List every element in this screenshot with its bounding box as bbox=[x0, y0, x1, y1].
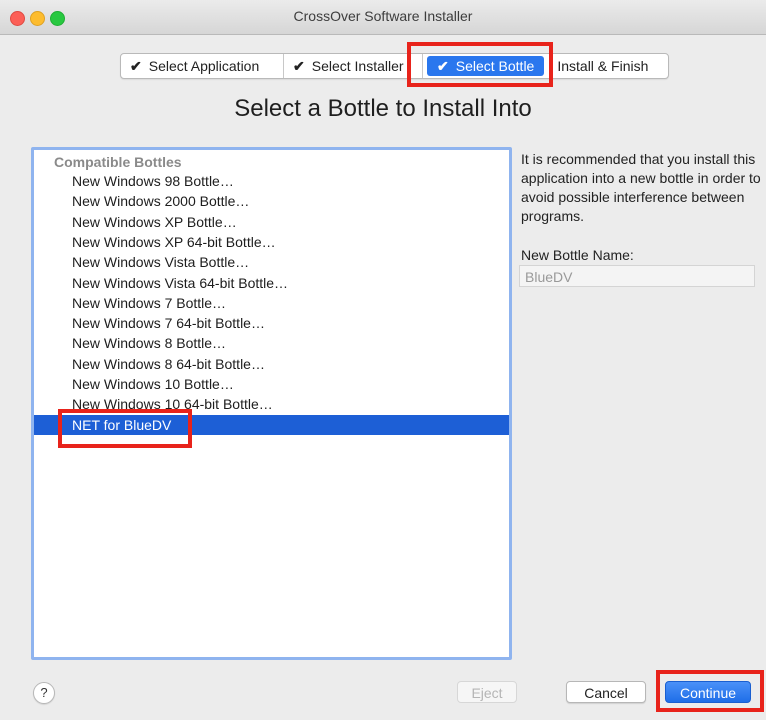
bottle-item[interactable]: New Windows 10 Bottle… bbox=[34, 374, 509, 394]
recommendation-text: It is recommended that you install this … bbox=[521, 151, 761, 224]
new-bottle-name-field[interactable]: BlueDV bbox=[519, 265, 755, 287]
list-group-header: Compatible Bottles bbox=[54, 154, 182, 170]
cancel-button[interactable]: Cancel bbox=[566, 681, 646, 703]
window-title: CrossOver Software Installer bbox=[293, 8, 473, 24]
step-label: Select Installer bbox=[311, 58, 404, 74]
bottle-item[interactable]: New Windows 7 64-bit Bottle… bbox=[34, 313, 509, 333]
installer-window: CrossOver Software Installer ✔ Select Ap… bbox=[0, 0, 766, 720]
bottle-item[interactable]: New Windows XP 64-bit Bottle… bbox=[34, 232, 509, 252]
bottle-item[interactable]: New Windows XP Bottle… bbox=[34, 212, 509, 232]
page-title: Select a Bottle to Install Into bbox=[234, 95, 532, 122]
eject-button[interactable]: Eject bbox=[457, 681, 517, 703]
step-label: Select Application bbox=[148, 58, 260, 74]
highlight-box-select-bottle bbox=[407, 42, 553, 87]
step-select-installer[interactable]: ✔ Select Installer bbox=[284, 54, 423, 78]
bottle-item[interactable]: New Windows 98 Bottle… bbox=[34, 171, 509, 191]
bottle-item[interactable]: New Windows 8 Bottle… bbox=[34, 333, 509, 353]
checkmark-icon: ✔ bbox=[130, 57, 142, 74]
step-select-application[interactable]: ✔ Select Application bbox=[121, 54, 284, 78]
bottle-item[interactable]: New Windows 8 64-bit Bottle… bbox=[34, 354, 509, 374]
bottle-item[interactable]: New Windows Vista 64-bit Bottle… bbox=[34, 273, 509, 293]
step-progress-bar: ✔ Select Application ✔ Select Installer … bbox=[120, 53, 670, 79]
bottle-item[interactable]: New Windows Vista Bottle… bbox=[34, 252, 509, 272]
bottle-list[interactable]: Compatible Bottles New Windows 98 Bottle… bbox=[31, 147, 512, 660]
new-bottle-name-label: New Bottle Name: bbox=[521, 247, 634, 263]
highlight-box-continue bbox=[656, 670, 764, 712]
title-bar: CrossOver Software Installer bbox=[0, 0, 766, 35]
highlight-box-net-bluedv bbox=[58, 409, 192, 448]
step-label: Install & Finish bbox=[557, 58, 649, 74]
checkmark-icon: ✔ bbox=[293, 57, 305, 74]
help-button[interactable]: ? bbox=[33, 682, 55, 704]
bottle-item[interactable]: New Windows 2000 Bottle… bbox=[34, 191, 509, 211]
step-install-finish[interactable]: Install & Finish bbox=[548, 54, 668, 78]
bottle-item[interactable]: New Windows 7 Bottle… bbox=[34, 293, 509, 313]
